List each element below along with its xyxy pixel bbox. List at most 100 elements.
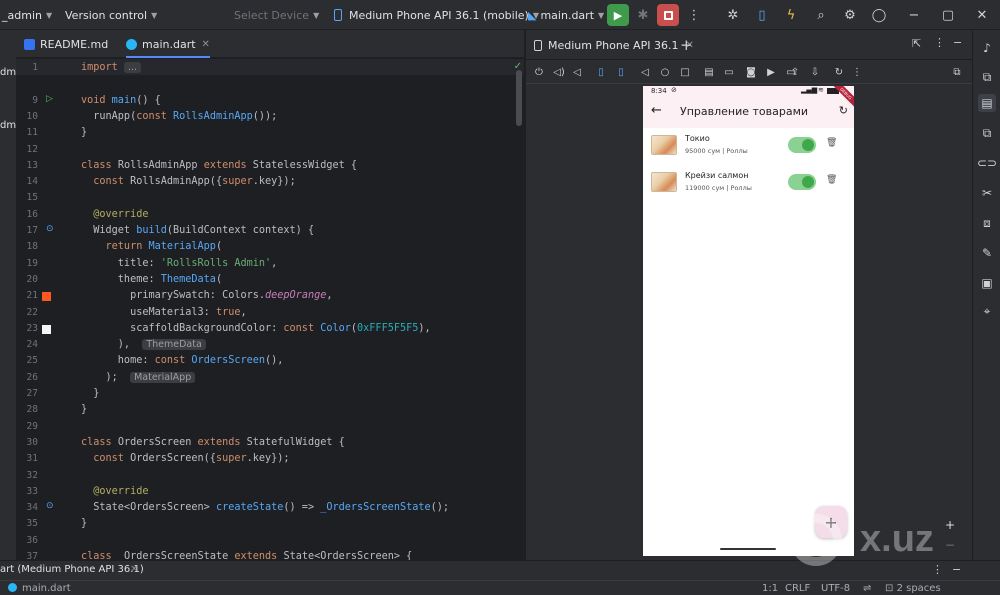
code-line[interactable]: return MaterialApp( <box>81 239 223 255</box>
version-control-menu[interactable]: Version control ▼ <box>65 0 157 30</box>
code-line[interactable]: @override <box>81 207 148 223</box>
more-actions-icon[interactable]: ⋮ <box>684 5 704 25</box>
rotate-left-icon[interactable]: ▯ <box>594 65 608 79</box>
run-config-selector[interactable]: ◣ main.dart ▼ <box>528 0 604 30</box>
editor-scrollbar[interactable] <box>516 70 522 126</box>
code-line[interactable]: const OrdersScreen({super.key}); <box>81 451 289 467</box>
maximize-window-icon[interactable]: ▢ <box>938 5 958 25</box>
volume-down-icon[interactable]: ◁ <box>570 65 584 79</box>
run-button[interactable]: ▶ <box>607 4 629 26</box>
code-line[interactable]: void main() { <box>81 93 161 109</box>
code-line[interactable]: ); MaterialApp <box>81 370 196 386</box>
mirror-icon[interactable]: ⧉ <box>950 65 964 79</box>
tab-readme[interactable]: README.md <box>24 30 108 58</box>
select-device-dropdown[interactable]: Select Device ▼ <box>234 0 319 30</box>
phone-screen[interactable]: 8:34 ⊘ ▂▄▆ ≋ ← Управление товарами ↻ DEB… <box>643 86 854 556</box>
hide-panel-icon[interactable]: − <box>953 36 962 49</box>
rotate-right-icon[interactable]: ▯ <box>614 65 628 79</box>
app-inspection-icon[interactable]: ▣ <box>978 274 996 292</box>
file-encoding[interactable]: UTF-8 <box>821 581 850 595</box>
delete-icon[interactable]: 🗑 <box>826 138 837 148</box>
run-tab-label[interactable]: art (Medium Phone API 36.1) <box>0 564 144 575</box>
list-item[interactable]: Токио 95000 сум | Роллы 🗑 <box>643 128 854 164</box>
notifications-icon[interactable]: ♪ <box>978 39 996 57</box>
inspection-ok-icon[interactable]: ✓ <box>514 61 522 72</box>
project-tree-label[interactable]: dm <box>0 120 16 131</box>
tools-icon[interactable]: ✂ <box>978 184 996 202</box>
close-run-tab-icon[interactable]: ✕ <box>130 564 138 575</box>
overview-icon[interactable]: □ <box>678 65 692 79</box>
minimize-window-icon[interactable]: − <box>904 5 924 25</box>
code-line[interactable]: useMaterial3: true, <box>81 305 247 321</box>
code-line[interactable]: State<OrdersScreen> createState() => _Or… <box>81 500 449 516</box>
project-tree-label[interactable]: dm <box>0 67 16 78</box>
snapshot-icon[interactable]: ↻ <box>832 65 846 79</box>
formatting-icon[interactable]: ⇌ <box>863 581 871 595</box>
link-icon[interactable]: ⊂⊃ <box>977 154 997 172</box>
code-line[interactable]: Widget build(BuildContext context) { <box>81 223 314 239</box>
running-devices-icon[interactable]: ▤ <box>978 94 996 112</box>
more-options-icon[interactable]: ⋮ <box>934 36 945 49</box>
code-line[interactable]: title: 'RollsRolls Admin', <box>81 256 277 272</box>
code-editor[interactable]: 1 9 10 11 12 13 14 15 16 17 18 19 20 21 22 23 24 25 26 27 28… <box>16 58 524 560</box>
code-line[interactable]: @override <box>81 484 148 500</box>
more-controls-icon[interactable]: ⋮ <box>850 65 864 79</box>
list-item[interactable]: Крейзи салмон 119000 сум | Роллы 🗑 <box>643 165 854 201</box>
volume-up-icon[interactable]: ◁) <box>552 65 566 79</box>
code-line[interactable]: const RollsAdminApp({super.key}); <box>81 174 295 190</box>
settings-gear-icon[interactable]: ⚙ <box>840 5 860 25</box>
breadcrumb-file[interactable]: main.dart <box>8 581 71 595</box>
code-line[interactable]: } <box>81 386 99 402</box>
availability-toggle[interactable] <box>788 174 816 190</box>
tab-main-dart[interactable]: main.dart ✕ <box>126 30 210 58</box>
search-icon[interactable]: ⌕ <box>811 5 831 25</box>
inspector-icon[interactable]: ⧈ <box>978 214 996 232</box>
project-selector[interactable]: _admin ▼ <box>2 0 52 30</box>
add-device-icon[interactable]: + <box>680 36 693 54</box>
code-line[interactable]: ), ThemeData <box>81 337 206 353</box>
code-line[interactable]: import ... <box>81 60 141 76</box>
folding-icon[interactable]: ▭ <box>722 65 736 79</box>
code-line[interactable]: } <box>81 125 87 141</box>
code-line[interactable]: home: const OrdersScreen(), <box>81 353 284 369</box>
back-icon[interactable]: ◁ <box>638 65 652 79</box>
code-line[interactable]: class OrdersScreen extends StatefulWidge… <box>81 435 345 451</box>
hot-reload-icon[interactable]: ϟ <box>781 5 801 25</box>
code-line[interactable]: } <box>81 516 87 532</box>
override-icon[interactable]: ⊙ <box>46 225 55 234</box>
caret-position[interactable]: 1:1 <box>762 581 778 595</box>
gesture-nav-bar[interactable] <box>720 548 776 550</box>
power-icon[interactable]: ⏻ <box>532 65 546 79</box>
back-arrow-icon[interactable]: ← <box>651 103 662 118</box>
code-line[interactable]: scaffoldBackgroundColor: const Color(0xF… <box>81 321 431 337</box>
gradle-icon[interactable]: ⧉ <box>978 68 996 86</box>
export-icon[interactable]: ⇪ <box>788 65 802 79</box>
override-icon[interactable]: ⊙ <box>46 502 55 511</box>
home-icon[interactable]: ○ <box>658 65 672 79</box>
code-line[interactable]: primarySwatch: Colors.deepOrange, <box>81 288 332 304</box>
code-line[interactable]: class _OrdersScreenState extends State<O… <box>81 549 412 560</box>
screenshot-icon[interactable]: ◙ <box>744 65 758 79</box>
device-manager-icon[interactable]: ▯ <box>752 5 772 25</box>
refresh-icon[interactable]: ↻ <box>839 104 848 117</box>
color-swatch-background[interactable] <box>42 324 51 334</box>
delete-icon[interactable]: 🗑 <box>826 175 837 185</box>
edit-icon[interactable]: ✎ <box>978 244 996 262</box>
code-line[interactable]: class RollsAdminApp extends StatelessWid… <box>81 158 357 174</box>
code-line[interactable]: } <box>81 402 87 418</box>
indent-setting[interactable]: ⊡ 2 spaces <box>885 581 941 595</box>
device-selector[interactable]: Medium Phone API 36.1 (mobile) ▼ <box>334 0 539 30</box>
close-tab-icon[interactable]: ✕ <box>202 39 210 50</box>
account-icon[interactable]: ◯ <box>869 5 889 25</box>
code-area[interactable]: import ... void main() { runApp(const Rol… <box>81 58 517 560</box>
code-line[interactable]: runApp(const RollsAdminApp()); <box>81 109 277 125</box>
code-line[interactable]: theme: ThemeData( <box>81 272 222 288</box>
debug-icon[interactable]: ✱ <box>633 5 653 25</box>
run-main-icon[interactable]: ▷ <box>46 94 55 104</box>
download-icon[interactable]: ⇩ <box>808 65 822 79</box>
tab-device[interactable]: Medium Phone API 36.1 ✕ <box>534 30 694 60</box>
screen-record-icon[interactable]: ▶ <box>764 65 778 79</box>
device-mirroring-icon[interactable]: ⧉ <box>978 124 996 142</box>
bug-icon[interactable]: ✲ <box>723 5 743 25</box>
availability-toggle[interactable] <box>788 137 816 153</box>
